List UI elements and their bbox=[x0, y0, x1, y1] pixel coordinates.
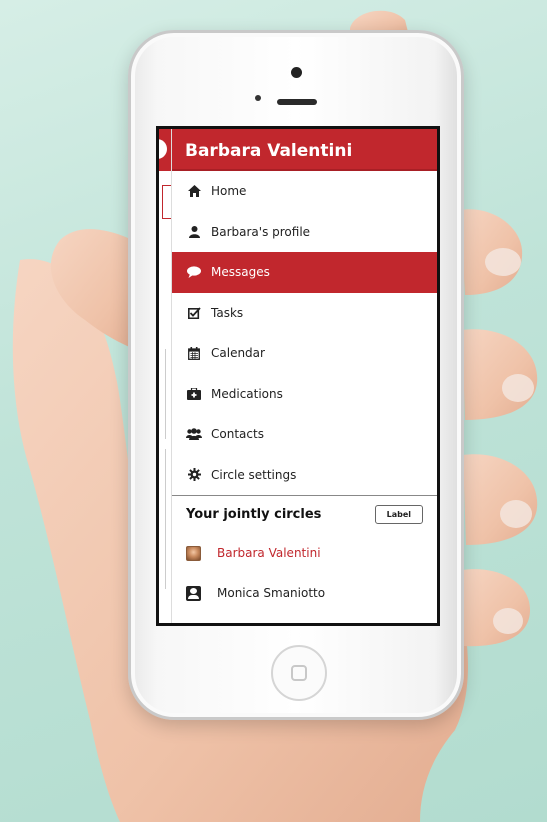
avatar bbox=[186, 585, 201, 601]
menu-item-profile[interactable]: Barbara's profile bbox=[172, 212, 437, 253]
checkbox-icon bbox=[186, 306, 202, 320]
circle-item-label: Monica Smaniotto bbox=[217, 586, 326, 600]
label-button[interactable]: Label bbox=[374, 505, 423, 524]
menu-item-label: Home bbox=[211, 184, 247, 199]
group-icon bbox=[186, 427, 202, 441]
menu-item-home[interactable]: Home bbox=[172, 171, 437, 212]
gear-icon bbox=[186, 468, 202, 482]
circle-item-monica[interactable]: Monica Smaniotto bbox=[172, 573, 437, 613]
sensor-icon bbox=[255, 95, 261, 101]
menu-item-circle-settings[interactable]: Circle settings bbox=[172, 455, 437, 496]
menu-item-label: Circle settings bbox=[211, 467, 297, 482]
side-menu: Barbara Valentini Home Barbara's profile… bbox=[172, 129, 437, 623]
circles-section-header: Your jointly circles Label bbox=[172, 495, 437, 533]
circle-item-barbara[interactable]: Barbara Valentini bbox=[172, 533, 437, 573]
menu-item-label: Messages bbox=[211, 265, 270, 280]
menu-item-medications[interactable]: Medications bbox=[172, 374, 437, 415]
underlying-divider bbox=[165, 449, 166, 589]
menu-item-messages[interactable]: Messages bbox=[172, 252, 437, 293]
calendar-icon bbox=[186, 346, 202, 360]
underlying-divider bbox=[165, 349, 166, 439]
medical-kit-icon bbox=[186, 387, 202, 401]
menu-item-tasks[interactable]: Tasks bbox=[172, 293, 437, 334]
app-view: Barbara Valentini Home Barbara's profile… bbox=[159, 129, 437, 623]
home-button[interactable] bbox=[271, 645, 327, 701]
avatar bbox=[186, 545, 201, 561]
menu-item-label: Tasks bbox=[211, 305, 244, 320]
phone-screen: Barbara Valentini Home Barbara's profile… bbox=[156, 126, 440, 626]
circles-title: Your jointly circles bbox=[186, 507, 322, 522]
underlying-active-tab bbox=[162, 185, 171, 219]
home-square-icon bbox=[291, 665, 307, 681]
camera-icon bbox=[291, 67, 302, 78]
menu-item-label: Barbara's profile bbox=[211, 224, 311, 239]
speaker-grille bbox=[277, 99, 317, 105]
underlying-page-strip bbox=[159, 129, 172, 623]
home-icon bbox=[186, 184, 202, 198]
menu-header-user-name[interactable]: Barbara Valentini bbox=[172, 129, 437, 171]
menu-item-label: Calendar bbox=[211, 346, 265, 361]
menu-item-contacts[interactable]: Contacts bbox=[172, 414, 437, 455]
menu-item-calendar[interactable]: Calendar bbox=[172, 333, 437, 374]
speech-bubble-icon bbox=[186, 265, 202, 279]
menu-item-label: Contacts bbox=[211, 427, 264, 442]
circle-item-label: Barbara Valentini bbox=[217, 546, 321, 560]
menu-item-label: Medications bbox=[211, 386, 283, 401]
user-icon bbox=[186, 225, 202, 239]
